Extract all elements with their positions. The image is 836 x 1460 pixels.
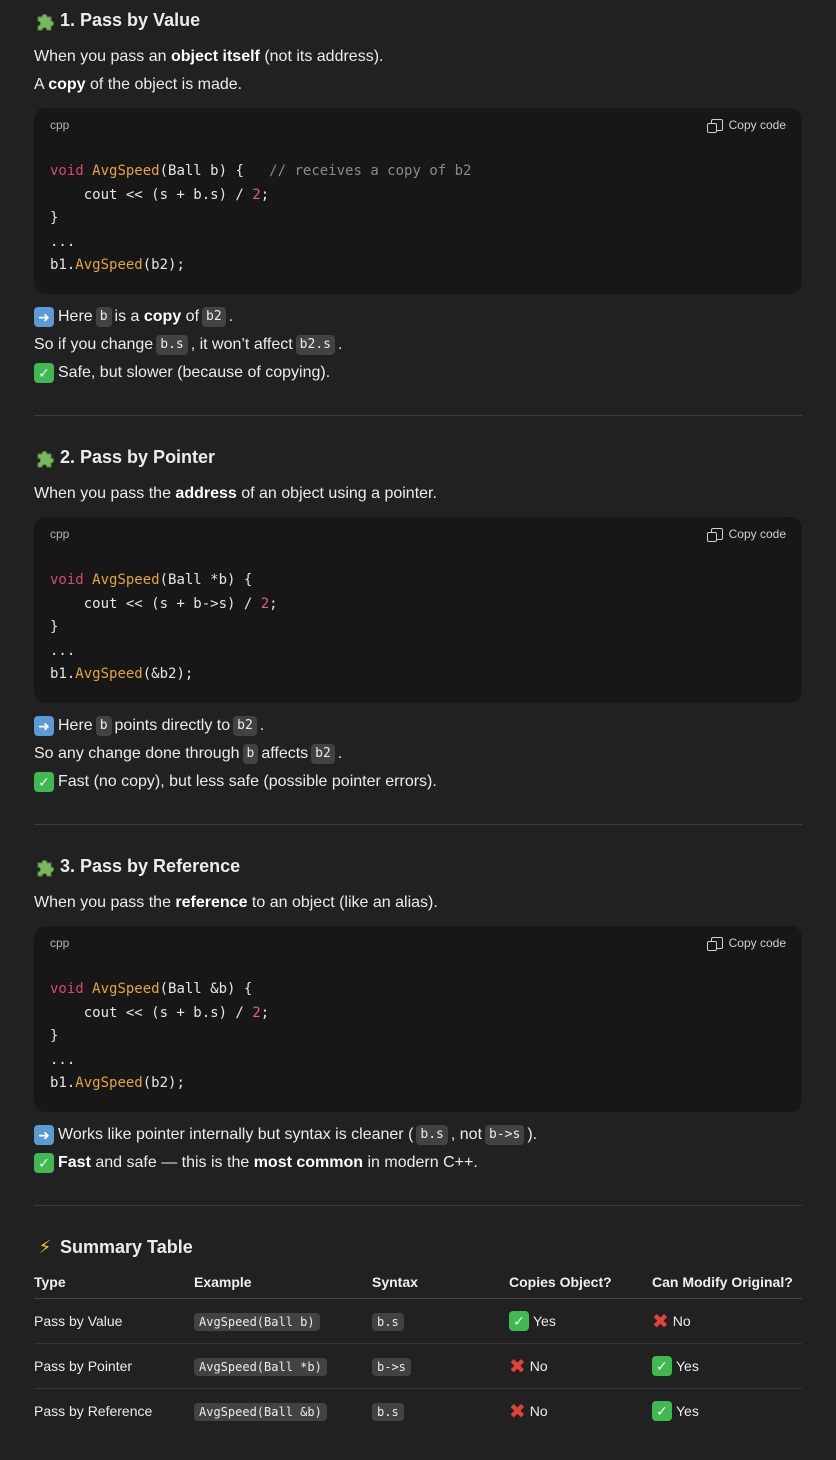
column-header: Example bbox=[194, 1266, 372, 1299]
note-line: So if you change b.s, it won’t affect b2… bbox=[34, 335, 343, 355]
table-header-row: Type Example Syntax Copies Object? Can M… bbox=[34, 1266, 802, 1299]
table-row: Pass by Pointer AvgSpeed(Ball *b) b->s ✖… bbox=[34, 1343, 802, 1389]
paragraph: When you pass an object itself (not its … bbox=[34, 48, 384, 65]
summary-table: Type Example Syntax Copies Object? Can M… bbox=[34, 1266, 802, 1433]
puzzle-icon bbox=[37, 860, 54, 877]
copy-icon bbox=[706, 119, 723, 133]
code-language-label: cpp bbox=[50, 118, 70, 132]
puzzle-icon bbox=[37, 14, 54, 31]
code-block: cpp Copy code void AvgSpeed(Ball &b) { c… bbox=[34, 926, 802, 1112]
column-header: Can Modify Original? bbox=[652, 1266, 802, 1299]
puzzle-icon bbox=[37, 451, 54, 468]
column-header: Type bbox=[34, 1266, 194, 1299]
code-content: void AvgSpeed(Ball b) { // receives a co… bbox=[50, 163, 472, 273]
code-content: void AvgSpeed(Ball *b) { cout << (s + b-… bbox=[50, 572, 278, 682]
check-mark-icon: ✓ bbox=[509, 1311, 529, 1331]
check-mark-icon: ✓ bbox=[34, 363, 54, 383]
note-line: ➜ Works like pointer internally but synt… bbox=[34, 1124, 537, 1146]
copy-icon bbox=[706, 528, 723, 542]
check-mark-icon: ✓ bbox=[34, 1153, 54, 1173]
note-line: So any change done through b affects b2. bbox=[34, 744, 343, 764]
code-language-label: cpp bbox=[50, 527, 70, 541]
note-line: ✓ Fast and safe — this is the most commo… bbox=[34, 1152, 478, 1174]
paragraph: When you pass the reference to an object… bbox=[34, 894, 438, 911]
right-arrow-icon: ➜ bbox=[34, 716, 54, 736]
right-arrow-icon: ➜ bbox=[34, 1125, 54, 1145]
paragraph: When you pass the address of an object u… bbox=[34, 485, 437, 502]
note-line: ✓ Safe, but slower (because of copying). bbox=[34, 362, 330, 384]
cross-mark-icon: ✖ bbox=[509, 1399, 526, 1423]
code-block: cpp Copy code void AvgSpeed(Ball *b) { c… bbox=[34, 517, 802, 703]
divider bbox=[34, 824, 802, 825]
check-mark-icon: ✓ bbox=[34, 772, 54, 792]
check-mark-icon: ✓ bbox=[652, 1401, 672, 1421]
table-row: Pass by Value AvgSpeed(Ball b) b.s ✓ Yes … bbox=[34, 1298, 802, 1344]
section-heading-pass-by-pointer: 2. Pass by Pointer bbox=[34, 445, 215, 469]
divider bbox=[34, 1205, 802, 1206]
note-line: ➜ Here b points directly to b2. bbox=[34, 715, 264, 737]
code-language-label: cpp bbox=[50, 936, 70, 950]
paragraph: A copy of the object is made. bbox=[34, 76, 243, 93]
copy-icon bbox=[706, 937, 723, 951]
section-heading-pass-by-value: 1. Pass by Value bbox=[34, 8, 200, 32]
lightning-icon: ⚡ bbox=[38, 1237, 52, 1257]
check-mark-icon: ✓ bbox=[652, 1356, 672, 1376]
cross-mark-icon: ✖ bbox=[652, 1309, 669, 1333]
column-header: Copies Object? bbox=[509, 1266, 652, 1299]
section-heading-pass-by-reference: 3. Pass by Reference bbox=[34, 854, 240, 878]
note-line: ✓ Fast (no copy), but less safe (possibl… bbox=[34, 771, 437, 793]
code-content: void AvgSpeed(Ball &b) { cout << (s + b.… bbox=[50, 981, 270, 1091]
copy-code-button[interactable]: Copy code bbox=[706, 527, 786, 542]
right-arrow-icon: ➜ bbox=[34, 307, 54, 327]
copy-code-button[interactable]: Copy code bbox=[706, 118, 786, 133]
divider bbox=[34, 415, 802, 416]
table-row: Pass by Reference AvgSpeed(Ball &b) b.s … bbox=[34, 1399, 699, 1423]
column-header: Syntax bbox=[372, 1266, 509, 1299]
copy-code-button[interactable]: Copy code bbox=[706, 936, 786, 951]
note-line: ➜ Here b is a copy of b2. bbox=[34, 306, 233, 328]
cross-mark-icon: ✖ bbox=[509, 1354, 526, 1378]
code-block: cpp Copy code void AvgSpeed(Ball b) { //… bbox=[34, 108, 802, 294]
section-heading-summary-table: ⚡ Summary Table bbox=[34, 1235, 193, 1259]
